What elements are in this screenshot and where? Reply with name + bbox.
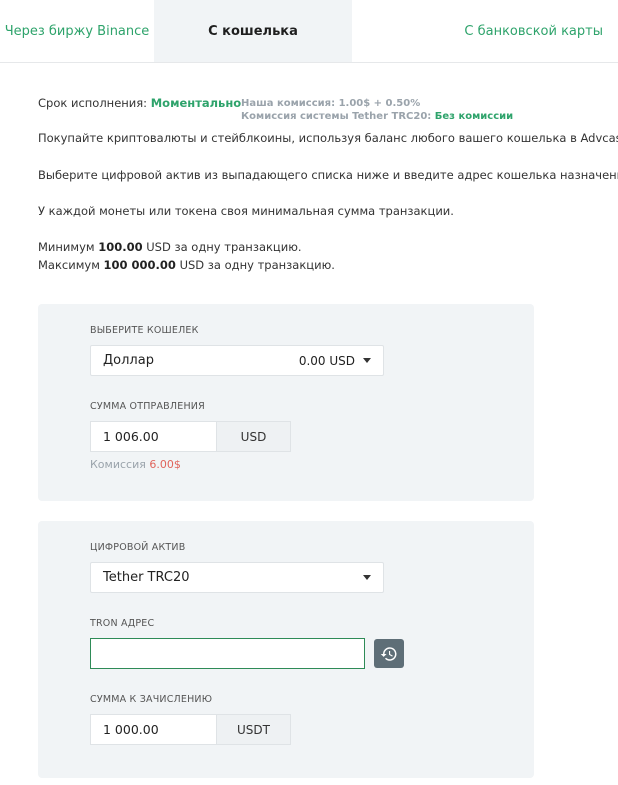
maximum-suffix: USD за одну транзакцию. xyxy=(179,258,335,272)
wallet-select[interactable]: Доллар 0.00 USD xyxy=(90,345,384,376)
maximum-amount: Максимум 100 000.00 USD за одну транзакц… xyxy=(38,258,335,272)
commission-info: Комиссия 6.00$ xyxy=(90,458,181,471)
address-history-button[interactable] xyxy=(374,639,404,668)
commission-label: Комиссия xyxy=(90,458,146,471)
our-fee: Наша комиссия: 1.00$ + 0.50% xyxy=(241,98,421,109)
minimum-prefix: Минимум xyxy=(38,240,95,254)
receive-currency-badge: USDT xyxy=(216,714,291,745)
description-3: У каждой монеты или токена своя минималь… xyxy=(38,204,454,218)
tab-bank-card[interactable]: С банковской карты xyxy=(352,0,618,62)
tab-binance[interactable]: Через биржу Binance xyxy=(0,0,154,62)
method-tabs: Через биржу Binance С кошелька С банковс… xyxy=(0,0,618,63)
system-fee-label: Комиссия системы Tether TRC20: xyxy=(241,111,432,122)
tron-address-input[interactable] xyxy=(90,638,365,669)
info-block: Срок исполнения: Моментально Наша комисс… xyxy=(38,96,608,126)
tron-address-label: TRON адрес xyxy=(90,618,155,629)
description-1: Покупайте криптовалюты и стейблкоины, ис… xyxy=(38,131,618,145)
maximum-prefix: Максимум xyxy=(38,258,100,272)
wallet-label: Выберите кошелек xyxy=(90,325,199,336)
commission-value: 6.00$ xyxy=(149,458,181,471)
digital-asset-label: Цифровой актив xyxy=(90,542,186,553)
system-fee-value: Без комиссии xyxy=(434,111,514,122)
execution-time: Срок исполнения: Моментально xyxy=(38,96,241,110)
minimum-value: 100.00 xyxy=(98,240,143,254)
history-icon xyxy=(380,646,397,661)
system-fee: Комиссия системы Tether TRC20: Без комис… xyxy=(241,110,513,123)
receive-amount-label: Сумма к зачислению xyxy=(90,694,213,705)
asset-panel: Цифровой актив Tether TRC20 TRON адрес С… xyxy=(38,521,534,778)
execution-time-label: Срок исполнения: xyxy=(38,96,148,110)
receive-amount-input[interactable]: 1 000.00 xyxy=(90,714,216,745)
wallet-panel: Выберите кошелек Доллар 0.00 USD Сумма о… xyxy=(38,304,534,501)
tab-wallet[interactable]: С кошелька xyxy=(154,0,352,62)
digital-asset-select[interactable]: Tether TRC20 xyxy=(90,562,384,593)
minimum-amount: Минимум 100.00 USD за одну транзакцию. xyxy=(38,240,302,254)
maximum-value: 100 000.00 xyxy=(103,258,176,272)
fee-info: Наша комиссия: 1.00$ + 0.50% Комиссия си… xyxy=(241,97,513,123)
wallet-name: Доллар xyxy=(103,353,154,368)
send-amount-label: Сумма отправления xyxy=(90,401,205,412)
minimum-suffix: USD за одну транзакцию. xyxy=(146,240,302,254)
description-2: Выберите цифровой актив из выпадающего с… xyxy=(38,168,618,182)
send-amount-input[interactable]: 1 006.00 xyxy=(90,421,216,452)
chevron-down-icon xyxy=(363,575,371,580)
digital-asset-value: Tether TRC20 xyxy=(103,570,190,585)
chevron-down-icon xyxy=(363,358,371,363)
execution-time-value: Моментально xyxy=(150,96,242,110)
send-currency-badge: USD xyxy=(216,421,291,452)
wallet-balance: 0.00 USD xyxy=(298,353,355,368)
